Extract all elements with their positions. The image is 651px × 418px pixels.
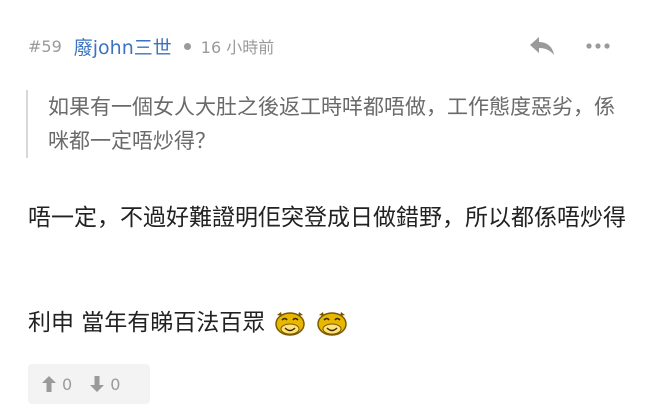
post-time: 16 小時前	[200, 38, 275, 57]
comment-header: #59 廢john三世 16 小時前	[28, 32, 274, 60]
thumb-arrow-up-icon	[42, 376, 56, 392]
reply-arrow-icon	[530, 37, 554, 55]
vote-bar: 0 0	[28, 364, 150, 404]
username-link[interactable]: 廢john三世	[74, 33, 172, 60]
disclaimer-text: 利申 當年有睇百法百眾	[28, 310, 266, 336]
upvote-button[interactable]: 0	[28, 375, 72, 394]
upvote-count: 0	[62, 374, 73, 394]
monkey-laugh-emoticon	[317, 312, 348, 336]
comment-actions	[527, 32, 613, 60]
downvote-button[interactable]: 0	[72, 375, 120, 394]
monkey-laugh-emoticon	[275, 312, 306, 336]
floor-number: #59	[28, 36, 62, 56]
more-dots-icon	[586, 43, 610, 49]
comment-body: 唔一定，不過好難證明佢突登成日做錯野，所以都係唔炒得	[28, 205, 626, 231]
quoted-text: 如果有一個女人大肚之後返工時咩都唔做，工作態度惡劣，係咪都一定唔炒得？	[26, 90, 628, 158]
separator-dot	[183, 42, 191, 50]
comment-body-line: 利申 當年有睇百法百眾	[28, 305, 628, 341]
reply-button[interactable]	[527, 32, 557, 60]
downvote-count: 0	[110, 374, 121, 394]
thumb-arrow-down-icon	[90, 376, 105, 392]
comment-post: #59 廢john三世 16 小時前 如果有一個女人大肚之後返工時咩都唔做，工作…	[0, 0, 651, 418]
more-options-button[interactable]	[583, 32, 613, 60]
